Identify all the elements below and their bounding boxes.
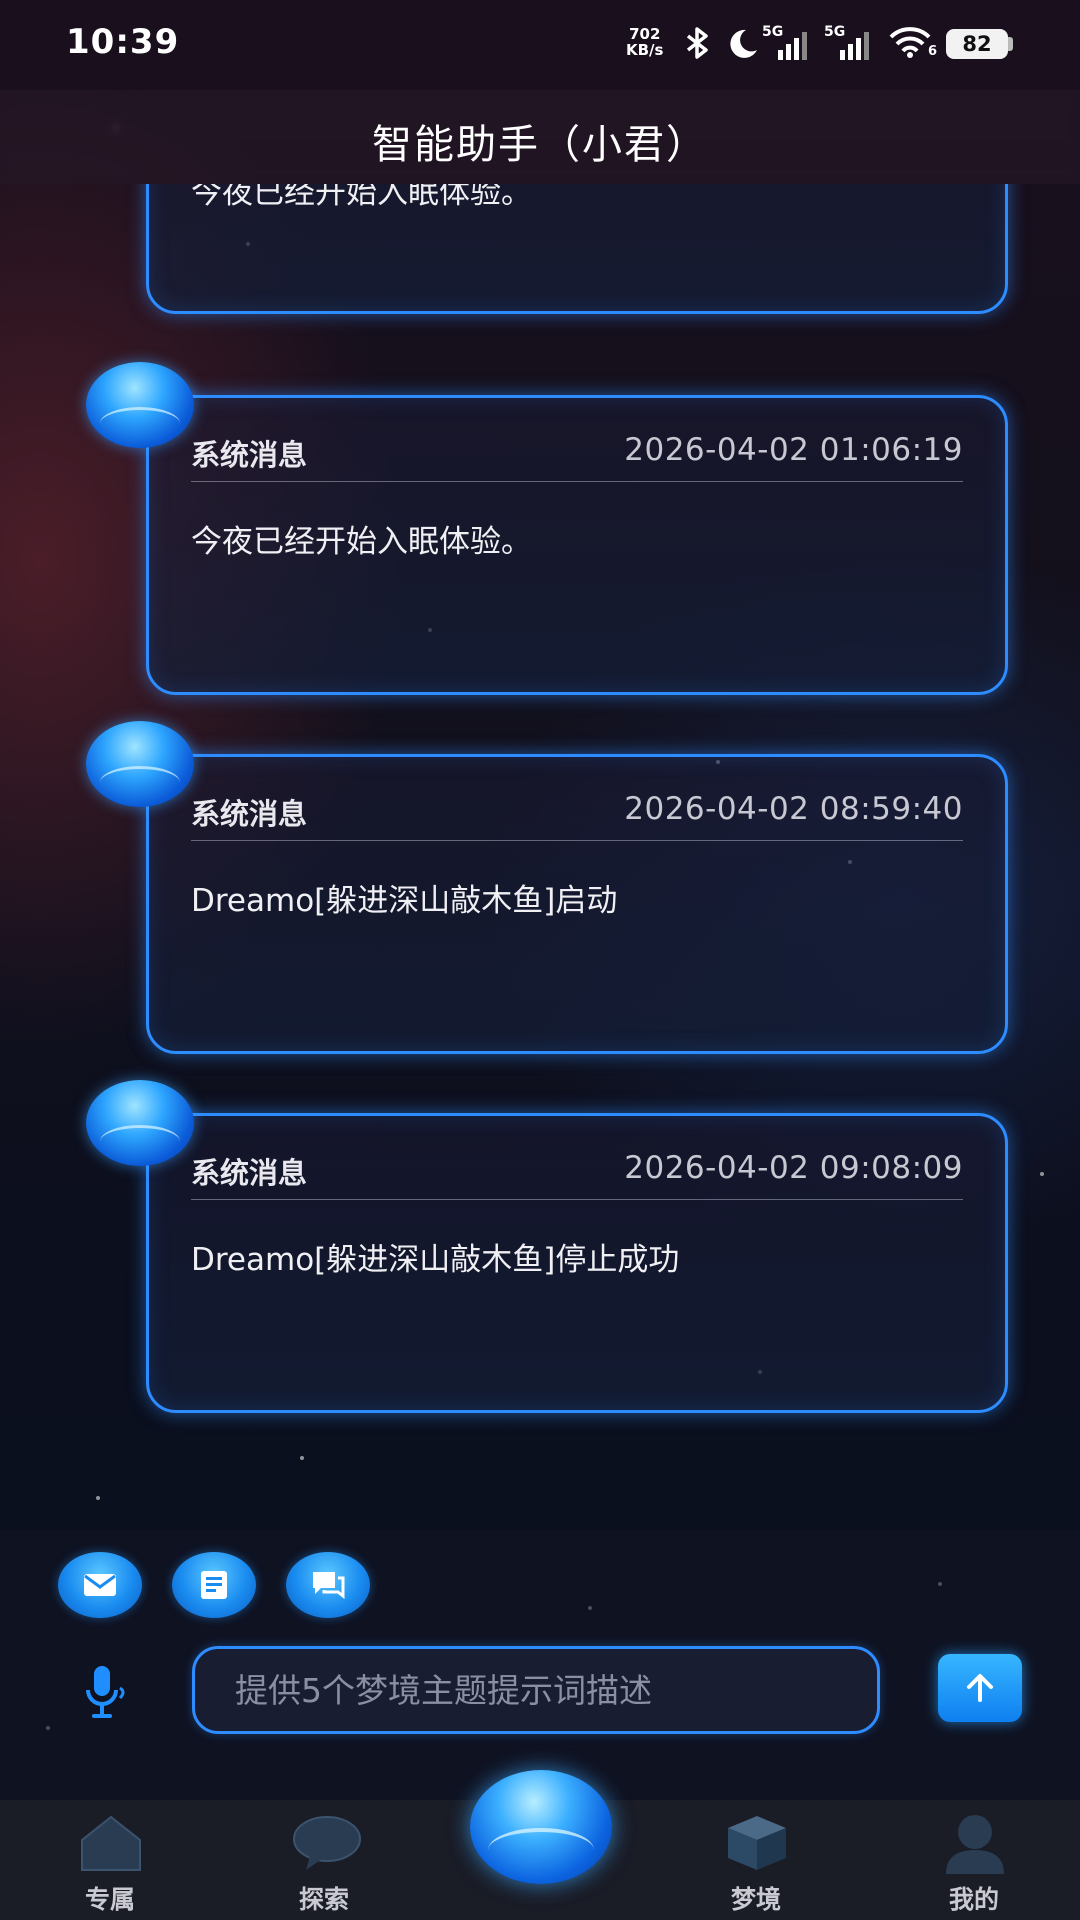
battery-level: 82 [946, 29, 1008, 59]
message-card: 今夜已经开始入眠体验。 [146, 184, 1008, 314]
network-speed-value: 702 [629, 25, 661, 43]
assistant-avatar-orb [86, 362, 194, 448]
wifi-indicator: 6 [888, 26, 940, 62]
message-list[interactable]: 今夜已经开始入眠体验。 系统消息 2026-04-02 01:06:19 今夜已… [0, 184, 1080, 1530]
send-button[interactable] [938, 1654, 1022, 1722]
nav-item-dream[interactable]: 梦境 [686, 1800, 826, 1920]
battery-tip [1008, 37, 1013, 51]
network-speed: 702 KB/s [626, 26, 663, 58]
nav-label: 探索 [298, 1885, 349, 1914]
nav-label: 专属 [84, 1885, 135, 1914]
message-card: 系统消息 2026-04-02 01:06:19 今夜已经开始入眠体验。 [146, 395, 1008, 695]
assistant-avatar-orb [86, 721, 194, 807]
prompt-input[interactable] [192, 1646, 880, 1734]
nav-label: 梦境 [730, 1885, 781, 1914]
document-button[interactable] [172, 1552, 256, 1618]
message-card: 系统消息 2026-04-02 09:08:09 Dreamo[躲进深山敲木鱼]… [146, 1113, 1008, 1413]
message-sender: 系统消息 [191, 1156, 308, 1190]
speech-bubble-icon [293, 1816, 361, 1870]
message-body: Dreamo[躲进深山敲木鱼]启动 [191, 883, 618, 919]
message-header: 系统消息 2026-04-02 09:08:09 [191, 1150, 963, 1200]
nav-item-exclusive[interactable]: 专属 [40, 1800, 180, 1920]
message-sender: 系统消息 [191, 438, 308, 472]
cube-icon [728, 1816, 786, 1870]
arrow-up-icon [967, 1674, 993, 1702]
chat-input-area [0, 1530, 1080, 1800]
message-timestamp: 2026-04-02 09:08:09 [624, 1150, 963, 1186]
nav-item-explore[interactable]: 探索 [254, 1800, 394, 1920]
wifi-icon [889, 27, 931, 58]
message-header: 系统消息 2026-04-02 01:06:19 [191, 432, 963, 482]
page-header: 智能助手（小君） [0, 90, 1080, 184]
message-body: Dreamo[躲进深山敲木鱼]停止成功 [191, 1242, 680, 1278]
message-header: 系统消息 2026-04-02 08:59:40 [191, 791, 963, 841]
page-title: 智能助手（小君） [372, 122, 708, 168]
status-time: 10:39 [66, 22, 180, 62]
mail-button[interactable] [58, 1552, 142, 1618]
mail-icon [84, 1574, 116, 1596]
signal-bars-icon [840, 32, 869, 60]
signal-5g-1: 5G [762, 24, 812, 60]
message-timestamp: 2026-04-02 08:59:40 [624, 791, 963, 827]
message-timestamp: 2026-04-02 01:06:19 [624, 432, 963, 468]
document-icon [201, 1571, 227, 1599]
moon-icon [730, 29, 757, 58]
center-orb-button[interactable] [470, 1770, 612, 1884]
message-body: 今夜已经开始入眠体验。 [191, 524, 532, 560]
message-body: 今夜已经开始入眠体验。 [191, 184, 532, 211]
chat-icon [313, 1572, 345, 1600]
bluetooth-icon [686, 27, 708, 59]
message-card: 系统消息 2026-04-02 08:59:40 Dreamo[躲进深山敲木鱼]… [146, 754, 1008, 1054]
signal-5g-2: 5G [824, 24, 874, 60]
chat-button[interactable] [286, 1552, 370, 1618]
network-speed-unit: KB/s [626, 41, 664, 59]
microphone-icon[interactable] [82, 1664, 132, 1720]
message-sender: 系统消息 [191, 797, 308, 831]
nav-item-mine[interactable]: 我的 [904, 1800, 1044, 1920]
signal-bars-icon [778, 32, 807, 60]
house-icon [81, 1815, 141, 1871]
person-icon [946, 1815, 1004, 1874]
status-bar: 10:39 702 KB/s 5G 5G 6 82 [0, 0, 1080, 90]
nav-label: 我的 [948, 1885, 999, 1914]
assistant-avatar-orb [86, 1080, 194, 1166]
